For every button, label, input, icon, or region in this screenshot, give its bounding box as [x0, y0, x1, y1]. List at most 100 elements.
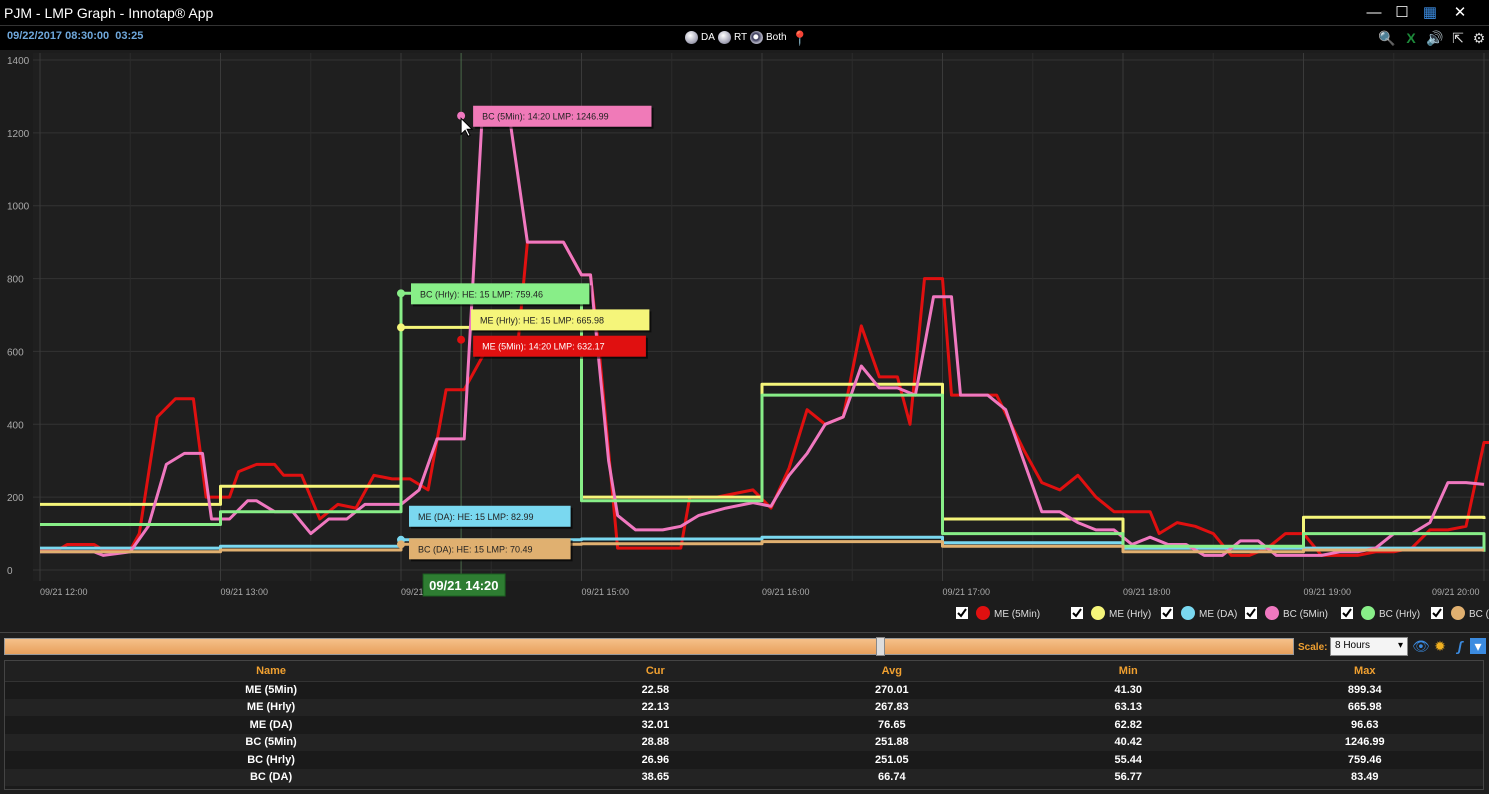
legend-label: ME (Hrly): [1109, 609, 1151, 620]
legend-item[interactable]: BC (DA): [1431, 606, 1489, 620]
location-pin-icon[interactable]: 📍: [791, 29, 809, 47]
radio-rt[interactable]: RT: [718, 31, 747, 44]
y-tick-label: 1400: [7, 56, 30, 67]
legend-swatch: [1451, 606, 1465, 620]
tooltip-text: BC (5Min): 14:20 LMP: 1246.99: [482, 112, 609, 122]
scale-select[interactable]: 8 Hours: [1330, 637, 1408, 656]
time-range-handle[interactable]: [876, 637, 885, 656]
header-name[interactable]: Name: [5, 661, 538, 682]
legend-label: ME (DA): [1199, 609, 1237, 620]
table-header-row: Name Cur Avg Min Max: [5, 661, 1483, 682]
x-tick-label: 09/21 13:00: [221, 587, 269, 597]
x-tick-label: 09/21 15:00: [582, 587, 630, 597]
table-cell: 63.13: [1010, 698, 1247, 716]
legend-item[interactable]: BC (5Min): [1245, 606, 1328, 620]
lmp-chart[interactable]: 0 200 400 600 800 1000 1200 1400 09/21 12:00 09/2…: [0, 50, 1489, 632]
collapse-icon[interactable]: ▾: [1470, 638, 1486, 654]
table-cell: 22.58: [641, 684, 670, 696]
eye-icon[interactable]: 👁: [1412, 638, 1430, 654]
table-row[interactable]: ME (5Min) 22.58 270.01 41.30 899.34: [5, 681, 1483, 699]
legend-swatch: [976, 606, 990, 620]
time-scrubber: Scale: 8 Hours 👁 ✹ ʃ ▾: [0, 632, 1489, 658]
timestamp: 09/22/2017 08:30:00 03:25: [7, 30, 144, 42]
sound-icon[interactable]: 🔊: [1426, 29, 1444, 47]
search-icon[interactable]: 🔍: [1378, 29, 1396, 47]
table-cell: ME (5Min): [245, 684, 298, 696]
table-row[interactable]: BC (Hrly) 26.96 251.05 55.44 759.46: [5, 751, 1483, 769]
window-title: PJM - LMP Graph - Innotap® App: [4, 5, 214, 21]
tooltip-marker: [397, 289, 405, 298]
toolbar: 09/22/2017 08:30:00 03:25 DA RT Both 📍 🔍…: [0, 26, 1489, 50]
legend-item[interactable]: ME (Hrly): [1071, 606, 1151, 620]
table-cell: BC (5Min): [5, 733, 538, 751]
radio-both[interactable]: Both: [750, 31, 787, 44]
y-tick-label: 0: [7, 566, 13, 577]
header-avg[interactable]: Avg: [773, 661, 1011, 682]
legend-label: BC (5Min): [1283, 609, 1328, 620]
minimize-button[interactable]: —: [1364, 3, 1384, 23]
table-row[interactable]: ME (Hrly) 22.13 267.83 63.13 665.98: [5, 698, 1483, 716]
close-button[interactable]: ✕: [1450, 3, 1470, 23]
excel-export-icon[interactable]: X: [1402, 29, 1420, 47]
header-min[interactable]: Min: [1010, 661, 1247, 682]
tile-windows-button[interactable]: ▦: [1420, 3, 1440, 23]
radio-both-icon: [750, 31, 763, 44]
legend-swatch: [1091, 606, 1105, 620]
table-cell: 759.46: [1347, 753, 1382, 766]
table-cell: 267.83: [773, 698, 1011, 716]
y-tick-label: 600: [7, 347, 24, 358]
stats-table: Name Cur Avg Min Max ME (5Min) 22.58 270.0…: [4, 660, 1484, 790]
table-row[interactable]: BC (5Min) 28.88 251.88 40.42 1246.99: [5, 733, 1483, 751]
table-cell: 96.63: [1350, 718, 1379, 731]
legend-label: ME (5Min): [994, 609, 1040, 620]
radio-da-icon: [685, 31, 698, 44]
legend-label: BC (Hrly): [1379, 609, 1420, 620]
legend-item[interactable]: ME (DA): [1161, 606, 1237, 620]
table-row[interactable]: BC (DA) 38.65 66.74 56.77 83.49: [5, 768, 1483, 786]
table-cell: 55.44: [1114, 753, 1143, 766]
radio-da[interactable]: DA: [685, 31, 715, 44]
table-cell: 26.96: [641, 753, 670, 766]
table-cell: 251.88: [773, 733, 1011, 751]
header-cur[interactable]: Cur: [537, 661, 774, 682]
title-bar: PJM - LMP Graph - Innotap® App — ☐ ▦ ✕: [0, 0, 1489, 26]
table-cell: 270.01: [874, 684, 909, 696]
legend-swatch: [1265, 606, 1279, 620]
legend-item[interactable]: BC (Hrly): [1341, 606, 1420, 620]
legend-swatch: [1181, 606, 1195, 620]
tooltip-text: ME (DA): HE: 15 LMP: 82.99: [418, 512, 534, 522]
table-cell: 38.65: [537, 768, 774, 786]
x-tick-label: 09/21 16:00: [762, 587, 810, 597]
chart-canvas[interactable]: 0 200 400 600 800 1000 1200 1400 09/21 12:00 09/2…: [0, 50, 1489, 632]
x-tick-label: 09/21 20:00: [1432, 587, 1480, 597]
table-cell: ME (DA): [249, 718, 293, 731]
table-cell: ME (Hrly): [5, 698, 538, 716]
popout-icon[interactable]: ⇱: [1449, 29, 1467, 47]
legend-item[interactable]: ME (5Min): [956, 606, 1040, 620]
cursor-time-label: 09/21 14:20: [429, 578, 498, 593]
table-row[interactable]: ME (DA) 32.01 76.65 62.82 96.63: [5, 716, 1483, 734]
table-cell: 76.65: [878, 718, 906, 731]
table-cell: 41.30: [1114, 684, 1143, 696]
header-max[interactable]: Max: [1246, 661, 1483, 682]
table-cell: BC (DA): [5, 768, 538, 786]
time-range-bar[interactable]: [4, 638, 1294, 655]
table-cell: BC (Hrly): [247, 753, 295, 766]
y-tick-label: 1200: [7, 129, 30, 140]
table-cell: 22.13: [537, 698, 774, 716]
countdown: 03:25: [115, 30, 144, 42]
legend-swatch: [1361, 606, 1375, 620]
curve-icon[interactable]: ʃ: [1452, 638, 1468, 654]
y-tick-label: 1000: [7, 202, 30, 213]
table-cell: 66.74: [773, 768, 1011, 786]
maximize-button[interactable]: ☐: [1392, 3, 1412, 23]
tooltip-text: BC (DA): HE: 15 LMP: 70.49: [418, 544, 533, 554]
table-cell: 28.88: [537, 733, 774, 751]
table-cell: 899.34: [1347, 684, 1382, 696]
radio-rt-icon: [718, 31, 731, 44]
gear-icon[interactable]: ⚙: [1470, 29, 1488, 47]
y-tick-label: 400: [7, 420, 24, 431]
table-cell: 56.77: [1010, 768, 1247, 786]
x-tick-label: 09/21 12:00: [40, 587, 88, 597]
sun-icon[interactable]: ✹: [1432, 638, 1448, 654]
